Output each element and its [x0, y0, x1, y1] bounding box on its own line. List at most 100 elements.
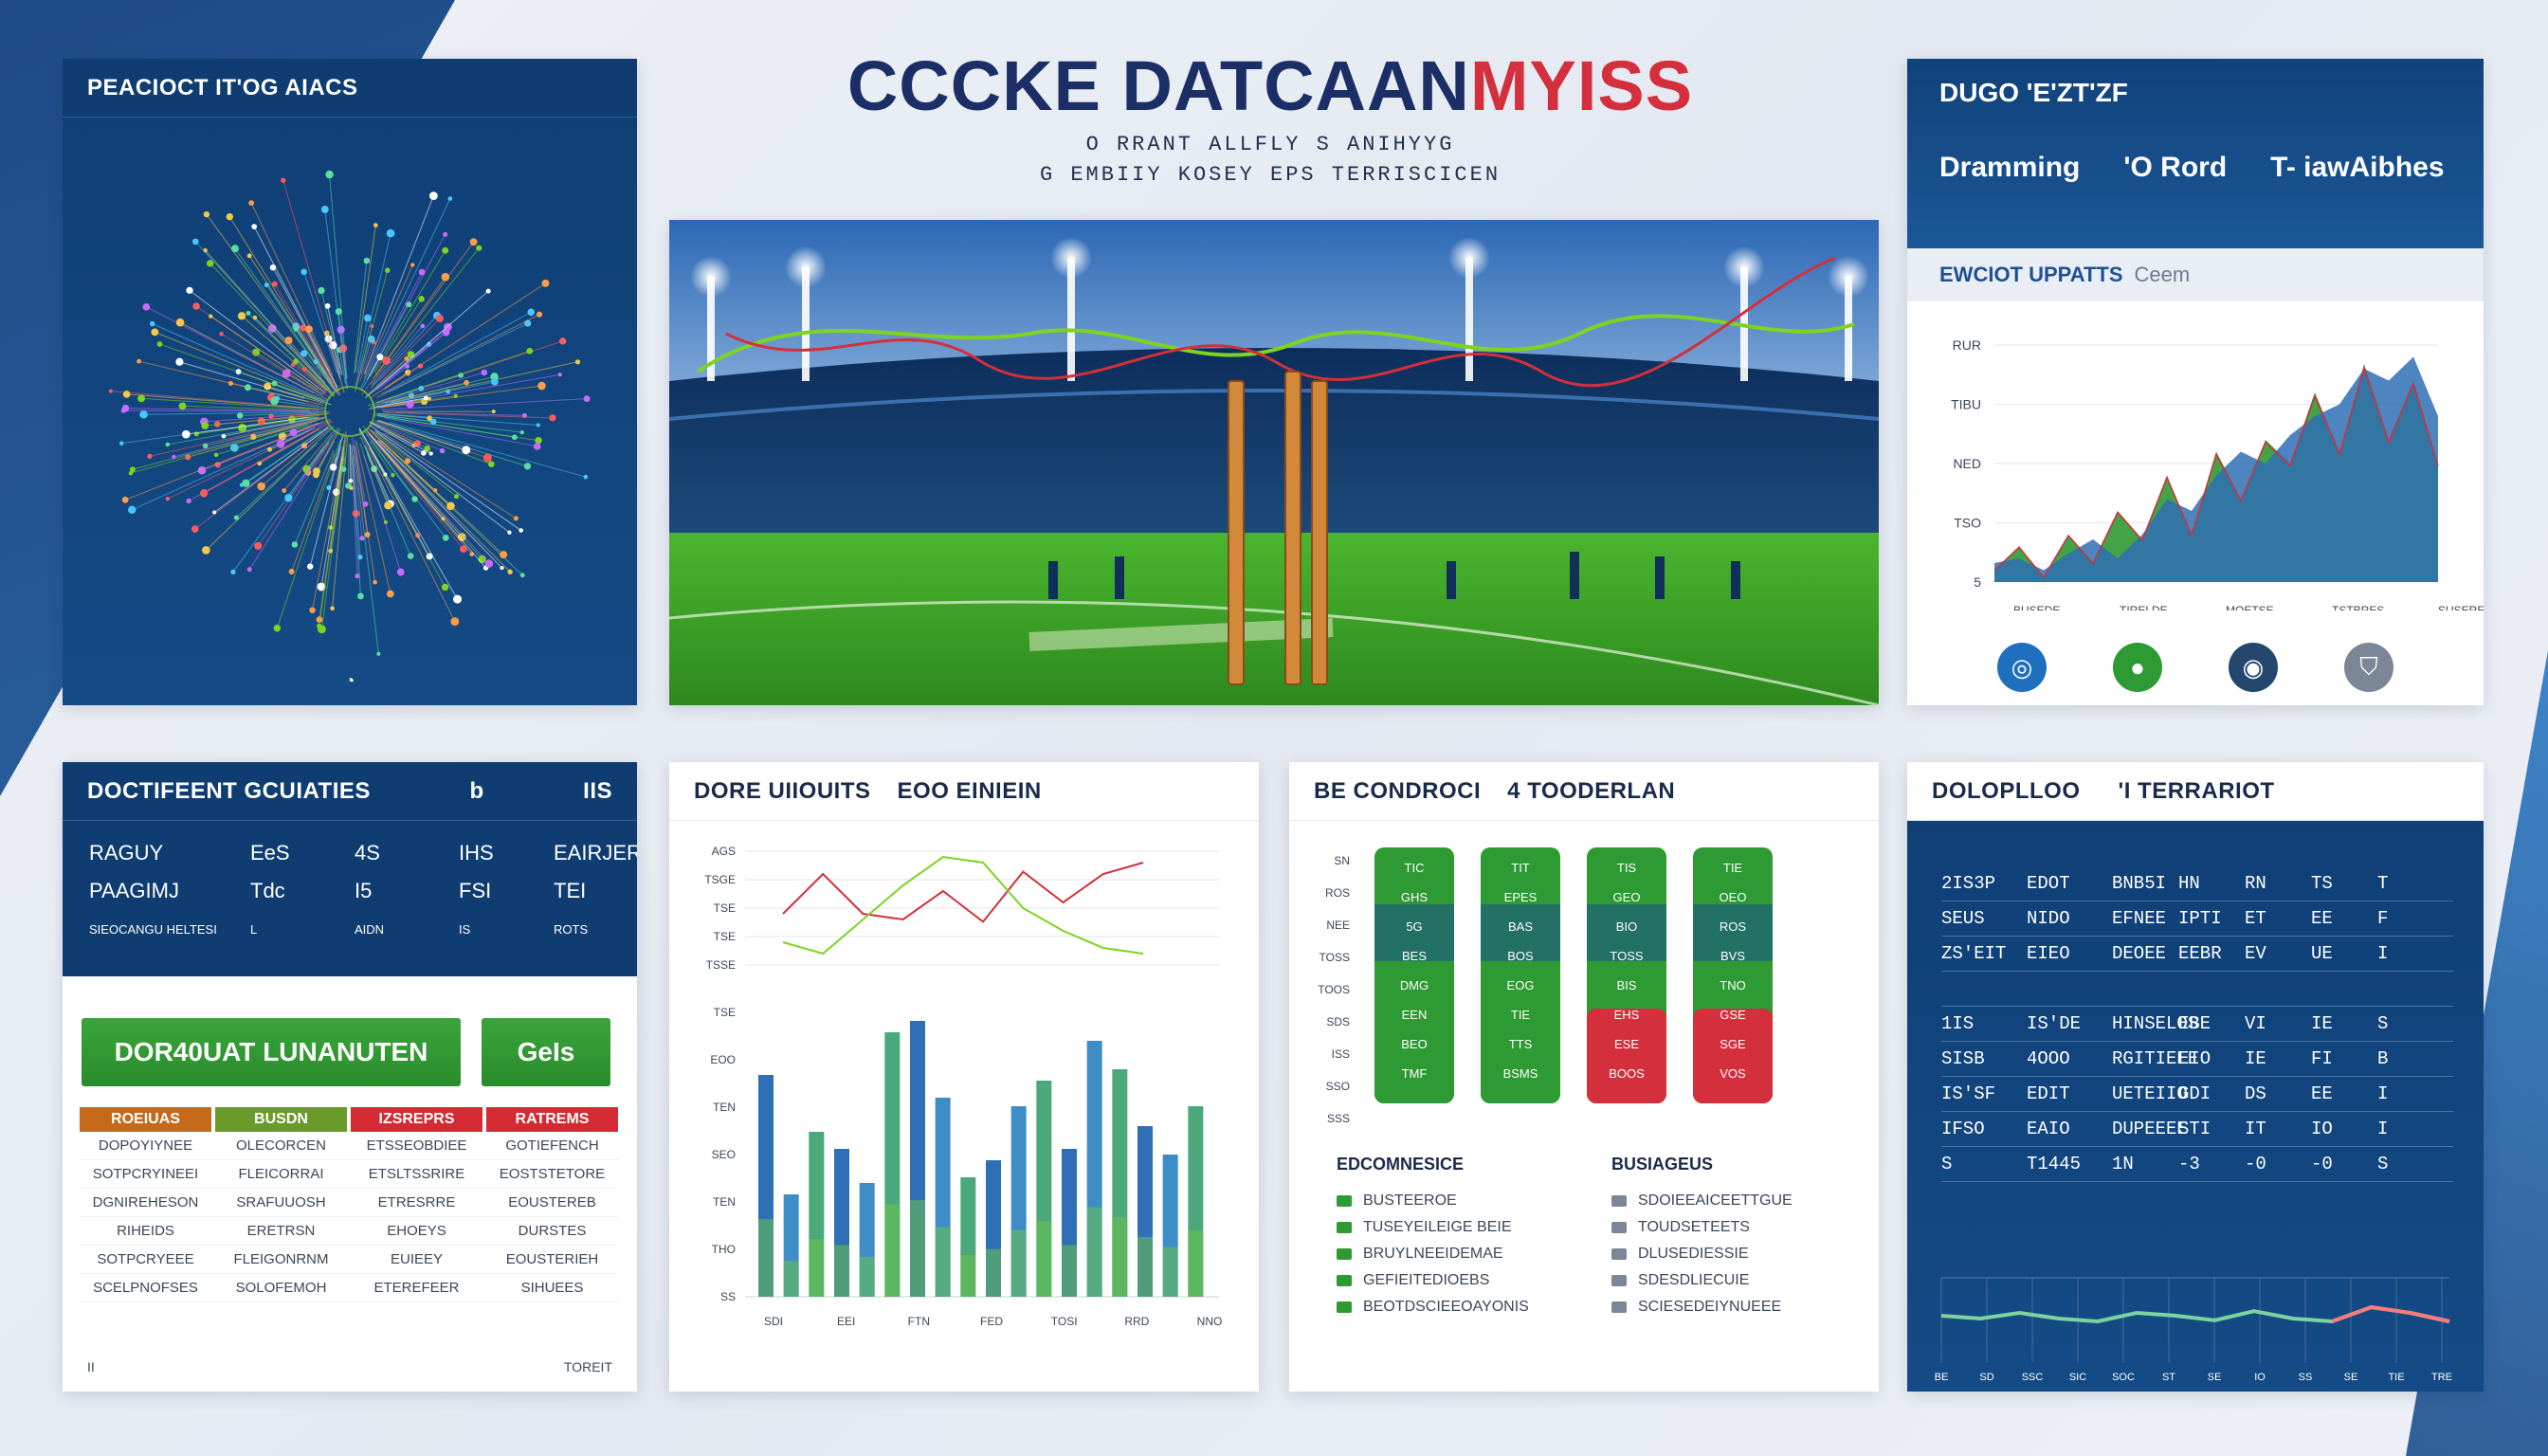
results-cell: IE [2245, 1048, 2266, 1069]
burst-dot [536, 311, 543, 318]
column-label: BEO [1401, 1037, 1427, 1051]
line-series-red [782, 862, 1144, 923]
stat-cell: FSI [459, 879, 492, 902]
legend-item: SDESDLIECUIE [1611, 1267, 1858, 1294]
burst-dot [511, 434, 518, 441]
comparison-column: TIE OEO ROS BVS TNO GSE SGE VOS [1693, 847, 1773, 1103]
legend-swatch [1611, 1222, 1627, 1233]
table-row[interactable]: SOTPCRYEEE FLEIGONRNM EUIEEY EOUSTERIEH [80, 1246, 618, 1274]
results-row[interactable]: S T1445 1N -3 -0 -0 S [1941, 1147, 2453, 1182]
primary-action-button[interactable]: DOR40UAT LUNANUTEN [82, 1018, 461, 1086]
burst-dot [156, 341, 163, 347]
nav-item-rord[interactable]: 'O Rord [2123, 152, 2227, 184]
x-tick-label: BUSEDE [2013, 604, 2060, 610]
results-row[interactable]: IS'SF EDIT UETEIIO GDI DS EE I [1941, 1077, 2453, 1112]
column-label: GSE [1720, 1008, 1746, 1022]
table-header-cell[interactable]: BUSDN [215, 1107, 347, 1132]
table-row[interactable]: DGNIREHESON SRAFUUOSH ETRESRRE EOUSTEREB [80, 1189, 618, 1217]
results-row[interactable]: 1IS IS'DE HINSELOS EBE VI IE S [1941, 1007, 2453, 1042]
nav-item-iawaibhes[interactable]: T- iawAibhes [2270, 152, 2444, 184]
burst-dot [120, 408, 126, 413]
results-row[interactable]: IFSO EAIO DUPEEEE STI IT IO I [1941, 1112, 2453, 1147]
table-cell: SOLOFEMOH [235, 1280, 327, 1296]
burst-dot [318, 286, 325, 295]
burst-dot [175, 318, 185, 327]
burst-dot [289, 428, 298, 437]
burst-ray [381, 311, 532, 394]
legend-label: BEOTDSCIEEOAYONIS [1363, 1299, 1529, 1315]
stat-cell: L [250, 921, 258, 937]
y-tick-label: AGS [712, 845, 736, 858]
page-title-main: CCCKE DATCAAN [846, 46, 1470, 125]
legend-label: SDOIEEAICEETTGUE [1638, 1192, 1793, 1209]
table-row[interactable]: RIHEIDS ERETRSN EHOEYS DURSTES [80, 1217, 618, 1246]
burst-dot [254, 541, 263, 550]
statistics-actions: DOR40UAT LUNANUTEN GeIs [63, 976, 637, 1086]
table-row[interactable]: DOPOYIYNEE OLECORCEN ETSSEOBDIEE GOTIEFENCH [80, 1132, 618, 1160]
burst-dot [428, 451, 433, 456]
burst-dot [108, 389, 113, 393]
results-cell: F [2377, 908, 2389, 929]
burst-ray [385, 411, 553, 419]
burst-dot [428, 191, 438, 201]
results-cell: EAIO [2027, 1119, 2070, 1139]
results-row[interactable]: SEUS NIDO EFNEE IPTI ET EE F [1941, 901, 2453, 937]
nav-item-dramming[interactable]: Dramming [1939, 152, 2080, 184]
table-header-cell[interactable]: IZSREPRS [351, 1107, 482, 1132]
results-row[interactable]: SISB 4OOO RGITIEEE EIO IE FI B [1941, 1042, 2453, 1077]
globe-icon[interactable]: ◎ [1997, 643, 2047, 692]
burst-dot [507, 530, 512, 535]
burst-dot [231, 245, 239, 253]
burst-dot [122, 391, 131, 398]
burst-dot [418, 296, 425, 302]
results-header: DOLOPLLOO 'I TERRARIOT [1907, 762, 2484, 821]
trends-panel: DORE UIIOUITS EOO EINIEIN AGS TSGE TSE TSE T… [669, 762, 1259, 1392]
burst-dot [149, 320, 155, 327]
y-tick-label: TSSE [706, 958, 736, 972]
column-label: TNO [1720, 978, 1745, 992]
page-title: CCCKE DATCAANMYISS [664, 46, 1877, 126]
ball-icon[interactable]: ● [2113, 643, 2162, 692]
comparison-column: TIC GHS 5G BES DMG EEN BEO TMF [1374, 847, 1454, 1103]
column-label: DMG [1400, 978, 1429, 992]
table-row[interactable]: SCELPNOFSES SOLOFEMOH ETEREFEER SIHUEES [80, 1274, 618, 1302]
burst-dot [500, 551, 508, 559]
burst-ray [146, 306, 315, 394]
burst-dot [273, 624, 282, 632]
burst-dot [257, 417, 265, 426]
table-header-cell[interactable]: ROEIUAS [80, 1107, 211, 1132]
burst-ray [364, 290, 489, 399]
burst-dot [536, 423, 540, 428]
y-tick-label: SSS [1327, 1112, 1350, 1125]
table-header-cell[interactable]: RATREMS [486, 1107, 618, 1132]
stat-cell: EeS [250, 841, 290, 864]
eye-icon[interactable]: ◉ [2229, 643, 2278, 692]
results-cell: IE [2311, 1013, 2333, 1034]
burst-dot [226, 212, 233, 221]
burst-ray [390, 361, 578, 404]
burst-dot [435, 315, 444, 322]
burst-dot [439, 447, 446, 454]
x-tick-label: FTN [908, 1315, 930, 1328]
shield-icon[interactable]: ⛉ [2344, 643, 2393, 692]
burst-dot [385, 267, 391, 273]
goals-button[interactable]: GeIs [482, 1018, 610, 1086]
burst-dot [484, 559, 494, 568]
burst-dot [476, 245, 482, 251]
results-cell: TS [2311, 873, 2333, 894]
table-row[interactable]: SOTPCRYINEEI FLEICORRAI ETSLTSSRIRE EOSTSTE… [80, 1160, 618, 1189]
results-row[interactable]: 2IS3P EDOT BNB5I HN RN TS T [1941, 866, 2453, 901]
results-cell: ZS'EIT [1941, 943, 2007, 964]
burst-dot [316, 623, 322, 629]
legend-item: BUSTEEROE [1337, 1188, 1583, 1214]
results-row[interactable] [1941, 972, 2453, 1007]
bar-overlay [960, 1254, 976, 1297]
overview-header: DUGO 'E'ZT'ZF Dramming 'O Rord T- iawAib… [1907, 59, 2484, 248]
table-cell: ETEREFEER [373, 1280, 460, 1296]
results-cell: GDI [2178, 1083, 2211, 1104]
results-cell: 2IS3P [1941, 873, 1996, 894]
burst-dot [481, 369, 488, 376]
x-tick-label: SIC [2069, 1372, 2086, 1383]
results-row[interactable]: ZS'EIT EIEO DEOEE EEBR EV UE I [1941, 937, 2453, 972]
y-tick-label: ROS [1325, 886, 1350, 900]
